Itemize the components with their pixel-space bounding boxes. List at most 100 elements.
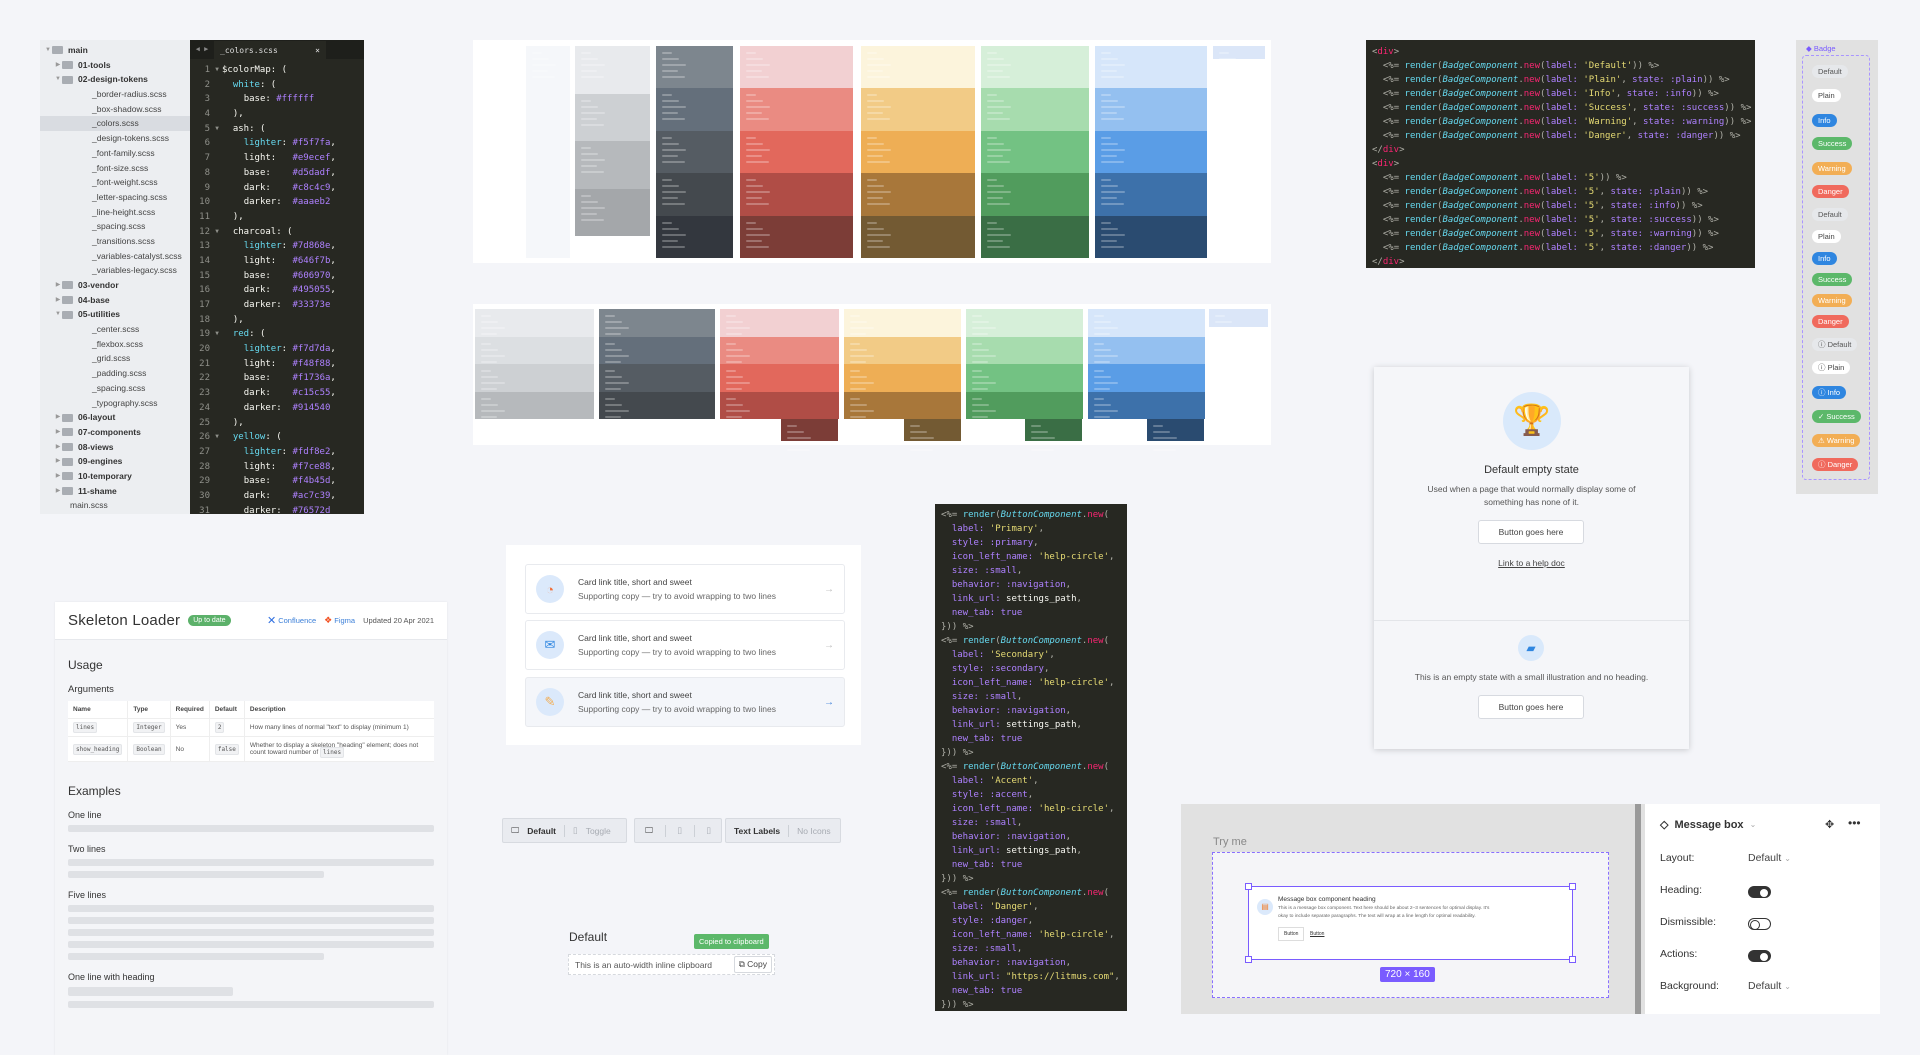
button-code-snippet: <% = render(ButtonComponent. new( label: '… bbox=[935, 504, 1127, 1011]
caret-right-icon[interactable]: ▶ bbox=[54, 440, 62, 455]
file-tree-item[interactable]: ▼ 05-utilities bbox=[40, 307, 190, 322]
file-tree-item[interactable]: ▶ 07-components bbox=[40, 425, 190, 440]
file-tree-item[interactable]: ▶ 01-tools bbox=[40, 58, 190, 73]
message-box-component[interactable]: ▤ Message box component heading This is … bbox=[1245, 883, 1576, 963]
resize-handle[interactable] bbox=[1245, 883, 1252, 890]
swatch-band bbox=[861, 130, 975, 174]
card-link[interactable]: ✎ Card link title, short and sweet Support… bbox=[525, 677, 845, 727]
tab-colors-scss[interactable]: _colors.scss × bbox=[214, 41, 326, 59]
caret-down-icon[interactable]: ▼ bbox=[54, 72, 62, 87]
file-tree-item[interactable]: ▶ 10-temporary bbox=[40, 469, 190, 484]
file-tree-item[interactable]: _typography.scss bbox=[40, 396, 190, 411]
file-tree-item[interactable]: _grid.scss bbox=[40, 351, 190, 366]
card-link[interactable]: ✉ Card link title, short and sweet Support… bbox=[525, 620, 845, 670]
message-link-button[interactable]: Button bbox=[1310, 931, 1324, 937]
toggle-option[interactable]: Toggle bbox=[586, 826, 611, 836]
file-tree-item[interactable]: ▼ main bbox=[40, 43, 190, 58]
actions-toggle[interactable] bbox=[1748, 950, 1771, 962]
phone-icon[interactable]: ▯ bbox=[706, 825, 711, 836]
file-tree-item[interactable]: _line-height.scss bbox=[40, 205, 190, 220]
file-tree-item[interactable]: _variables-catalyst.scss bbox=[40, 249, 190, 264]
file-tree-item[interactable]: _box-shadow.scss bbox=[40, 102, 190, 117]
file-tree-item[interactable]: ▶ 06-layout bbox=[40, 410, 190, 425]
caret-right-icon[interactable]: ▶ bbox=[54, 469, 62, 484]
code-token: , bbox=[1033, 902, 1039, 912]
default-option[interactable]: Default bbox=[527, 826, 556, 836]
file-tree-item[interactable]: _spacing.scss bbox=[40, 219, 190, 234]
file-tree-item[interactable]: _spacing.scss bbox=[40, 381, 190, 396]
close-icon[interactable]: × bbox=[315, 46, 320, 55]
background-select[interactable]: Default ⌄ bbox=[1748, 980, 1791, 992]
file-tree-item[interactable]: ▶ 09-engines bbox=[40, 454, 190, 469]
fold-arrow-icon[interactable]: ▼ bbox=[212, 122, 222, 137]
resize-handle[interactable] bbox=[1569, 956, 1576, 963]
tablet-icon[interactable]: ▯ bbox=[677, 825, 682, 836]
file-tree-item[interactable]: ▶ 03-vendor bbox=[40, 278, 190, 293]
file-tree-item[interactable]: ▼ 02-design-tokens bbox=[40, 72, 190, 87]
caret-right-icon[interactable]: ▶ bbox=[54, 278, 62, 293]
file-tree-item[interactable]: _border-radius.scss bbox=[40, 87, 190, 102]
fold-arrow-icon[interactable]: ▼ bbox=[212, 327, 222, 342]
caret-down-icon[interactable]: ▼ bbox=[54, 307, 62, 322]
caret-right-icon[interactable]: ▶ bbox=[54, 484, 62, 499]
swatch-band bbox=[740, 173, 853, 216]
code-token: #c8c4c9 bbox=[292, 182, 331, 193]
code-token: , bbox=[1049, 650, 1055, 660]
code-line: 13 lighter: #7d868e, bbox=[190, 239, 364, 254]
caret-right-icon[interactable]: ▶ bbox=[54, 58, 62, 73]
text-labels-option[interactable]: Text Labels bbox=[734, 826, 780, 836]
file-tree-item[interactable]: _font-weight.scss bbox=[40, 175, 190, 190]
desktop-icon[interactable]: 🖵 bbox=[645, 825, 653, 836]
layout-select[interactable]: Default ⌄ bbox=[1748, 852, 1791, 864]
file-tree-item[interactable]: _letter-spacing.scss bbox=[40, 190, 190, 205]
help-doc-link[interactable]: Link to a help doc bbox=[1374, 558, 1689, 568]
fold-arrow-icon[interactable]: ▼ bbox=[212, 225, 222, 240]
card-link[interactable]: ◔ Card link title, short and sweet Support… bbox=[525, 564, 845, 614]
more-options-icon[interactable]: ••• bbox=[1848, 816, 1861, 830]
dismissible-toggle[interactable] bbox=[1748, 918, 1771, 930]
file-tree-item[interactable]: _variables-legacy.scss bbox=[40, 263, 190, 278]
heading-toggle[interactable] bbox=[1748, 886, 1771, 898]
no-icons-option[interactable]: No Icons bbox=[797, 826, 831, 836]
badge-danger: Danger bbox=[1812, 185, 1849, 198]
caret-right-icon[interactable]: ▶ bbox=[54, 293, 62, 308]
caret-right-icon[interactable]: ▶ bbox=[54, 425, 62, 440]
editor-code[interactable]: 1 ▼ $colorMap: (2 white: (3 base: #ffffff 4… bbox=[190, 59, 364, 514]
panel-divider[interactable] bbox=[1635, 804, 1641, 1014]
file-tree-item[interactable]: _center.scss bbox=[40, 322, 190, 337]
confluence-link[interactable]: ✕ Confluence bbox=[267, 614, 316, 627]
empty-state-button[interactable]: Button goes here bbox=[1478, 520, 1584, 544]
file-tree-item[interactable]: _flexbox.scss bbox=[40, 337, 190, 352]
fold-arrow-icon[interactable]: ▼ bbox=[212, 63, 222, 78]
resize-handle[interactable] bbox=[1245, 956, 1252, 963]
file-tree-item[interactable]: _padding.scss bbox=[40, 366, 190, 381]
caret-down-icon[interactable]: ▼ bbox=[44, 43, 52, 58]
file-tree-item[interactable]: ▶ 11-shame bbox=[40, 484, 190, 499]
file-tree-item[interactable]: _font-size.scss bbox=[40, 161, 190, 176]
caret-right-icon[interactable]: ▶ bbox=[54, 454, 62, 469]
code-token: > bbox=[1735, 131, 1741, 141]
message-primary-button[interactable]: Button bbox=[1278, 927, 1305, 941]
caret-right-icon[interactable]: ▶ bbox=[54, 410, 62, 425]
swatch-label-line bbox=[850, 354, 874, 357]
file-tree-item[interactable]: _colors.scss bbox=[40, 116, 190, 132]
file-tree-item[interactable]: _transitions.scss bbox=[40, 234, 190, 249]
file-tree-item[interactable]: _font-family.scss bbox=[40, 146, 190, 161]
fold-arrow-icon[interactable]: ▼ bbox=[212, 430, 222, 445]
file-tree-item[interactable]: _design-tokens.scss bbox=[40, 131, 190, 146]
file-tree-item[interactable]: ▶ 04-base bbox=[40, 293, 190, 308]
copy-button[interactable]: ⧉ Copy bbox=[733, 956, 772, 973]
component-instance-icon[interactable]: ✥ bbox=[1825, 818, 1834, 831]
tab-nav-arrows-icon[interactable]: ◀ ▶ bbox=[190, 40, 214, 59]
code-token: ( bbox=[270, 79, 277, 90]
resize-handle[interactable] bbox=[1569, 883, 1576, 890]
component-selector[interactable]: ◇ Message box ⌄ bbox=[1660, 818, 1756, 832]
code-token: size: bbox=[951, 692, 979, 702]
figma-link[interactable]: ❖ Figma bbox=[324, 615, 355, 626]
file-tree-item[interactable]: main.scss bbox=[40, 498, 190, 513]
file-tree-item[interactable]: ▶ 08-views bbox=[40, 440, 190, 455]
empty-state-small-button[interactable]: Button goes here bbox=[1478, 695, 1584, 719]
